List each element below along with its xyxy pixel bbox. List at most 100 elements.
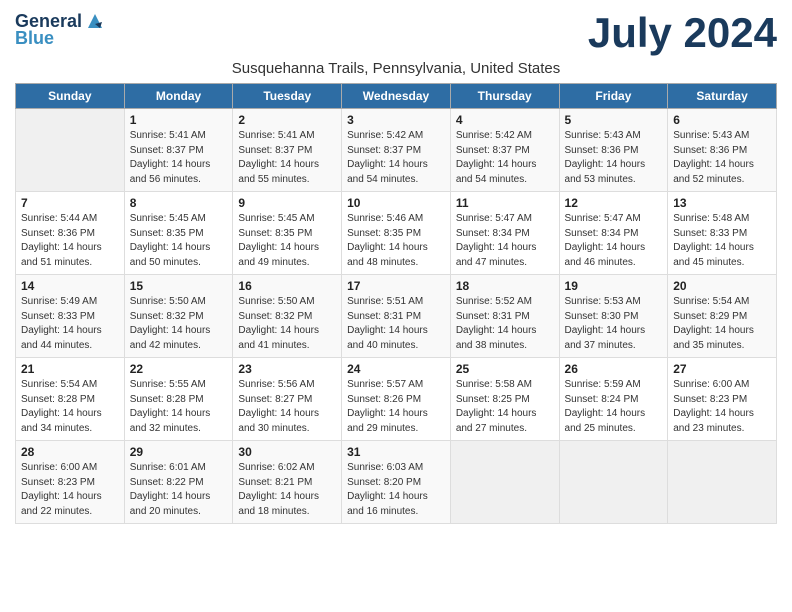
calendar-cell: 30 Sunrise: 6:02 AMSunset: 8:21 PMDayligh… xyxy=(233,441,342,524)
calendar-cell xyxy=(16,109,125,192)
header: General Blue July 2024 xyxy=(15,10,777,56)
cell-info: Sunrise: 5:50 AMSunset: 8:32 PMDaylight:… xyxy=(130,295,228,353)
calendar-table: SundayMondayTuesdayWednesdayThursdayFrid… xyxy=(15,83,777,524)
day-header-wednesday: Wednesday xyxy=(342,84,451,109)
day-header-thursday: Thursday xyxy=(450,84,559,109)
logo: General Blue xyxy=(15,10,106,49)
cell-info: Sunrise: 5:43 AMSunset: 8:36 PMDaylight:… xyxy=(673,129,771,187)
main-title: July 2024 xyxy=(588,10,777,56)
day-header-sunday: Sunday xyxy=(16,84,125,109)
calendar-cell xyxy=(559,441,668,524)
date-number: 24 xyxy=(347,362,445,376)
calendar-cell: 5 Sunrise: 5:43 AMSunset: 8:36 PMDaylight… xyxy=(559,109,668,192)
date-number: 25 xyxy=(456,362,554,376)
week-row-5: 28Sunrise: 6:00 AMSunset: 8:23 PMDayligh… xyxy=(16,441,777,524)
cell-info: Sunrise: 5:55 AMSunset: 8:28 PMDaylight:… xyxy=(130,378,228,436)
day-header-tuesday: Tuesday xyxy=(233,84,342,109)
calendar-cell: 7Sunrise: 5:44 AMSunset: 8:36 PMDaylight… xyxy=(16,192,125,275)
calendar-cell: 2 Sunrise: 5:41 AMSunset: 8:37 PMDaylight… xyxy=(233,109,342,192)
cell-info: Sunrise: 5:51 AMSunset: 8:31 PMDaylight:… xyxy=(347,295,445,353)
date-number: 16 xyxy=(238,279,336,293)
date-number: 21 xyxy=(21,362,119,376)
cell-info: Sunrise: 5:56 AMSunset: 8:27 PMDaylight:… xyxy=(238,378,336,436)
date-number: 15 xyxy=(130,279,228,293)
week-row-2: 7Sunrise: 5:44 AMSunset: 8:36 PMDaylight… xyxy=(16,192,777,275)
cell-info: Sunrise: 5:46 AMSunset: 8:35 PMDaylight:… xyxy=(347,212,445,270)
date-number: 29 xyxy=(130,445,228,459)
calendar-cell: 14 Sunrise: 5:49 AMSunset: 8:33 PMDayligh… xyxy=(16,275,125,358)
cell-info: Sunrise: 5:54 AMSunset: 8:29 PMDaylight:… xyxy=(673,295,771,353)
calendar-cell: 22 Sunrise: 5:55 AMSunset: 8:28 PMDayligh… xyxy=(124,358,233,441)
calendar-cell: 9 Sunrise: 5:45 AMSunset: 8:35 PMDaylight… xyxy=(233,192,342,275)
calendar-cell: 13Sunrise: 5:48 AMSunset: 8:33 PMDayligh… xyxy=(668,192,777,275)
week-row-3: 14 Sunrise: 5:49 AMSunset: 8:33 PMDayligh… xyxy=(16,275,777,358)
cell-info: Sunrise: 6:02 AMSunset: 8:21 PMDaylight:… xyxy=(238,461,336,519)
date-number: 17 xyxy=(347,279,445,293)
cell-info: Sunrise: 5:42 AMSunset: 8:37 PMDaylight:… xyxy=(347,129,445,187)
cell-info: Sunrise: 6:00 AMSunset: 8:23 PMDaylight:… xyxy=(673,378,771,436)
calendar-cell: 16 Sunrise: 5:50 AMSunset: 8:32 PMDayligh… xyxy=(233,275,342,358)
calendar-cell: 11Sunrise: 5:47 AMSunset: 8:34 PMDayligh… xyxy=(450,192,559,275)
date-number: 12 xyxy=(565,196,663,210)
date-number: 26 xyxy=(565,362,663,376)
calendar-cell: 29 Sunrise: 6:01 AMSunset: 8:22 PMDayligh… xyxy=(124,441,233,524)
cell-info: Sunrise: 5:53 AMSunset: 8:30 PMDaylight:… xyxy=(565,295,663,353)
calendar-cell: 6 Sunrise: 5:43 AMSunset: 8:36 PMDaylight… xyxy=(668,109,777,192)
subtitle: Susquehanna Trails, Pennsylvania, United… xyxy=(15,60,777,77)
date-number: 6 xyxy=(673,113,771,127)
date-number: 9 xyxy=(238,196,336,210)
cell-info: Sunrise: 5:49 AMSunset: 8:33 PMDaylight:… xyxy=(21,295,119,353)
date-number: 14 xyxy=(21,279,119,293)
cell-info: Sunrise: 5:52 AMSunset: 8:31 PMDaylight:… xyxy=(456,295,554,353)
logo-icon xyxy=(84,10,106,32)
cell-info: Sunrise: 5:41 AMSunset: 8:37 PMDaylight:… xyxy=(238,129,336,187)
date-number: 7 xyxy=(21,196,119,210)
cell-info: Sunrise: 5:43 AMSunset: 8:36 PMDaylight:… xyxy=(565,129,663,187)
date-number: 13 xyxy=(673,196,771,210)
cell-info: Sunrise: 5:45 AMSunset: 8:35 PMDaylight:… xyxy=(130,212,228,270)
cell-info: Sunrise: 5:42 AMSunset: 8:37 PMDaylight:… xyxy=(456,129,554,187)
cell-info: Sunrise: 6:03 AMSunset: 8:20 PMDaylight:… xyxy=(347,461,445,519)
calendar-cell: 19 Sunrise: 5:53 AMSunset: 8:30 PMDayligh… xyxy=(559,275,668,358)
cell-info: Sunrise: 6:01 AMSunset: 8:22 PMDaylight:… xyxy=(130,461,228,519)
date-number: 8 xyxy=(130,196,228,210)
date-number: 1 xyxy=(130,113,228,127)
date-number: 23 xyxy=(238,362,336,376)
day-header-friday: Friday xyxy=(559,84,668,109)
calendar-cell: 20Sunrise: 5:54 AMSunset: 8:29 PMDayligh… xyxy=(668,275,777,358)
day-header-monday: Monday xyxy=(124,84,233,109)
calendar-cell: 3 Sunrise: 5:42 AMSunset: 8:37 PMDaylight… xyxy=(342,109,451,192)
date-number: 27 xyxy=(673,362,771,376)
calendar-cell: 25Sunrise: 5:58 AMSunset: 8:25 PMDayligh… xyxy=(450,358,559,441)
calendar-cell: 24 Sunrise: 5:57 AMSunset: 8:26 PMDayligh… xyxy=(342,358,451,441)
calendar-cell: 17 Sunrise: 5:51 AMSunset: 8:31 PMDayligh… xyxy=(342,275,451,358)
date-number: 4 xyxy=(456,113,554,127)
calendar-cell xyxy=(668,441,777,524)
cell-info: Sunrise: 5:45 AMSunset: 8:35 PMDaylight:… xyxy=(238,212,336,270)
date-number: 30 xyxy=(238,445,336,459)
date-number: 5 xyxy=(565,113,663,127)
cell-info: Sunrise: 5:57 AMSunset: 8:26 PMDaylight:… xyxy=(347,378,445,436)
calendar-cell: 10 Sunrise: 5:46 AMSunset: 8:35 PMDayligh… xyxy=(342,192,451,275)
cell-info: Sunrise: 5:54 AMSunset: 8:28 PMDaylight:… xyxy=(21,378,119,436)
date-number: 11 xyxy=(456,196,554,210)
calendar-header: SundayMondayTuesdayWednesdayThursdayFrid… xyxy=(16,84,777,109)
date-number: 28 xyxy=(21,445,119,459)
title-area: July 2024 xyxy=(588,10,777,56)
logo-text-blue: Blue xyxy=(15,28,54,49)
calendar-cell: 26 Sunrise: 5:59 AMSunset: 8:24 PMDayligh… xyxy=(559,358,668,441)
calendar-cell xyxy=(450,441,559,524)
date-number: 19 xyxy=(565,279,663,293)
date-number: 22 xyxy=(130,362,228,376)
calendar-cell: 28Sunrise: 6:00 AMSunset: 8:23 PMDayligh… xyxy=(16,441,125,524)
cell-info: Sunrise: 5:59 AMSunset: 8:24 PMDaylight:… xyxy=(565,378,663,436)
cell-info: Sunrise: 5:47 AMSunset: 8:34 PMDaylight:… xyxy=(565,212,663,270)
week-row-4: 21 Sunrise: 5:54 AMSunset: 8:28 PMDayligh… xyxy=(16,358,777,441)
header-row: SundayMondayTuesdayWednesdayThursdayFrid… xyxy=(16,84,777,109)
calendar-cell: 1Sunrise: 5:41 AMSunset: 8:37 PMDaylight… xyxy=(124,109,233,192)
calendar-cell: 27 Sunrise: 6:00 AMSunset: 8:23 PMDayligh… xyxy=(668,358,777,441)
date-number: 10 xyxy=(347,196,445,210)
date-number: 2 xyxy=(238,113,336,127)
cell-info: Sunrise: 5:50 AMSunset: 8:32 PMDaylight:… xyxy=(238,295,336,353)
date-number: 3 xyxy=(347,113,445,127)
